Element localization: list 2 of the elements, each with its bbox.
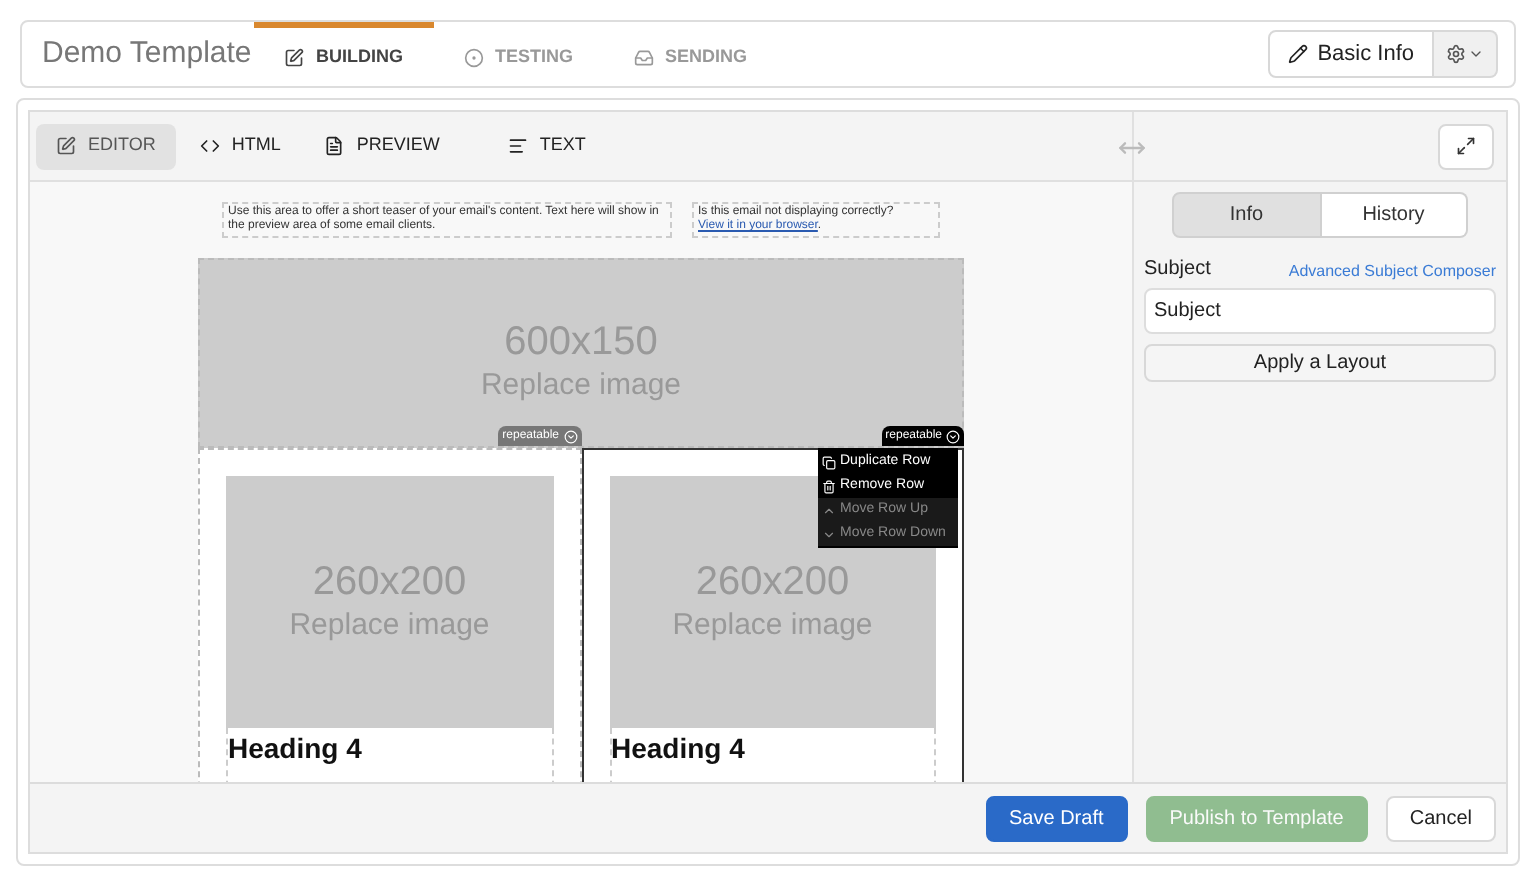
subject-label: Subject — [1144, 256, 1211, 284]
template-title: Demo Template — [40, 33, 254, 74]
